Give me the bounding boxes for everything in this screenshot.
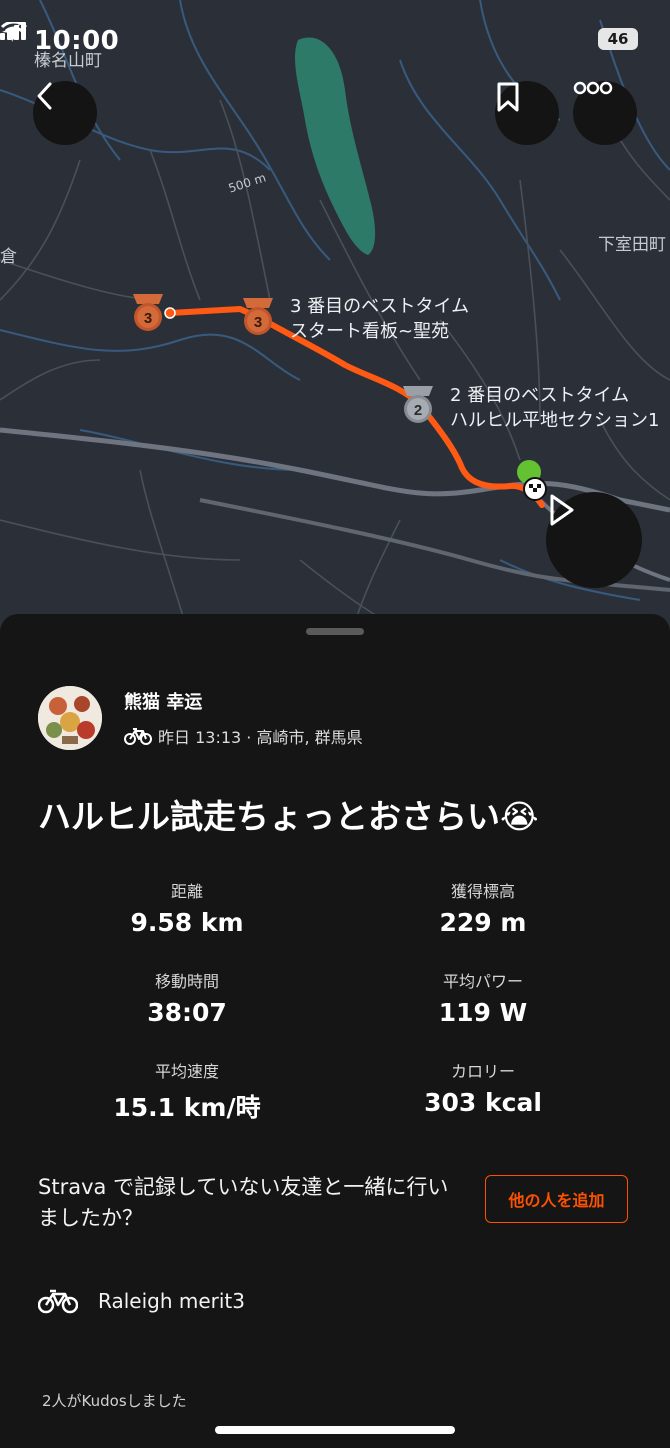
wifi-icon [0, 22, 28, 40]
invite-prompt: Strava で記録していない友達と一緒に行いましたか？ [38, 1175, 449, 1230]
segment-label-2: 2 番目のベストタイム ハルヒル平地セクション1 [450, 383, 659, 433]
place-label: 下室田町 [598, 235, 666, 255]
place-label: 倉 [0, 247, 17, 267]
stat-value: 9.58 km [130, 908, 244, 937]
stat-value: 303 kcal [424, 1088, 542, 1117]
segment-name: ハルヒル平地セクション1 [450, 410, 660, 431]
activity-date-location: 昨日 13:13 · 高崎市, 群馬県 [158, 728, 363, 747]
stat-elevation-gain: 獲得標高 229 m [333, 878, 633, 937]
activity-meta: 昨日 13:13 · 高崎市, 群馬県 [124, 724, 363, 748]
stat-moving-time: 移動時間 38:07 [37, 968, 337, 1027]
stat-average-power: 平均パワー 119 W [333, 968, 633, 1027]
gear-row[interactable]: Raleigh merit3 [38, 1288, 245, 1314]
add-others-button[interactable]: 他の人を追加 [485, 1175, 628, 1223]
activity-detail-sheet[interactable]: 熊猫 幸运 昨日 13:13 · 高崎市, 群馬県 ハルヒル試走ちょっとおさらい… [0, 614, 670, 1448]
medal-icon: 3 [133, 294, 163, 331]
segment-medal-start[interactable]: 3 [129, 292, 167, 334]
segment-medal-2[interactable]: 2 [399, 384, 437, 426]
kudos-summary[interactable]: 2人がKudosしました [42, 1390, 187, 1411]
medal-number: 3 [144, 310, 152, 327]
stat-value: 229 m [439, 908, 527, 937]
segment-rank: 2 番目のベストタイム [450, 385, 630, 406]
bike-icon [124, 728, 152, 745]
medal-icon: 2 [403, 386, 433, 423]
segment-label-3: 3 番目のベストタイム スタート看板~聖苑 [290, 294, 469, 344]
segment-medal-3[interactable]: 3 [239, 296, 277, 338]
avatar[interactable] [38, 686, 102, 750]
stat-label: 平均速度 [154, 1062, 219, 1081]
back-button[interactable] [33, 81, 97, 145]
chevron-left-icon [37, 82, 52, 110]
stat-calories: カロリー 303 kcal [333, 1058, 633, 1117]
segment-name: スタート看板~聖苑 [290, 321, 450, 342]
stat-value: 119 W [438, 998, 528, 1027]
battery-indicator: 46 [598, 28, 638, 50]
play-flyover-button[interactable] [546, 492, 642, 588]
more-horizontal-icon [573, 81, 613, 95]
stat-value: 38:07 [147, 998, 227, 1027]
more-options-button[interactable] [573, 81, 637, 145]
stat-label: カロリー [450, 1062, 515, 1081]
home-indicator[interactable] [215, 1426, 455, 1434]
bookmark-icon [497, 82, 519, 112]
sheet-grabber[interactable] [306, 628, 364, 635]
play-icon [550, 494, 574, 526]
medal-number: 3 [254, 314, 262, 331]
status-bar: 10:00 46 [0, 22, 670, 62]
athlete-name[interactable]: 熊猫 幸运 [124, 688, 202, 714]
stat-average-speed: 平均速度 15.1 km/時 [37, 1058, 337, 1124]
status-time: 10:00 [34, 26, 120, 56]
stat-distance: 距離 9.58 km [37, 878, 337, 937]
avatar-image [38, 686, 102, 750]
segment-rank: 3 番目のベストタイム [290, 296, 470, 317]
activity-map[interactable]: 3 3 2 3 番目のベストタイム スタート看板~聖苑 2 番目のベストタイム … [0, 0, 670, 640]
stat-value: 15.1 km/時 [113, 1093, 261, 1122]
gear-name: Raleigh merit3 [98, 1289, 245, 1313]
bike-icon [38, 1289, 78, 1314]
stat-label: 平均パワー [442, 972, 523, 991]
medal-icon: 3 [243, 298, 273, 335]
stat-label: 距離 [170, 882, 203, 901]
stat-label: 獲得標高 [450, 882, 515, 901]
medal-number: 2 [414, 402, 422, 419]
stat-label: 移動時間 [154, 972, 219, 991]
bookmark-button[interactable] [495, 81, 559, 145]
activity-title: ハルヒル試走ちょっとおさらい😭 [38, 797, 539, 836]
